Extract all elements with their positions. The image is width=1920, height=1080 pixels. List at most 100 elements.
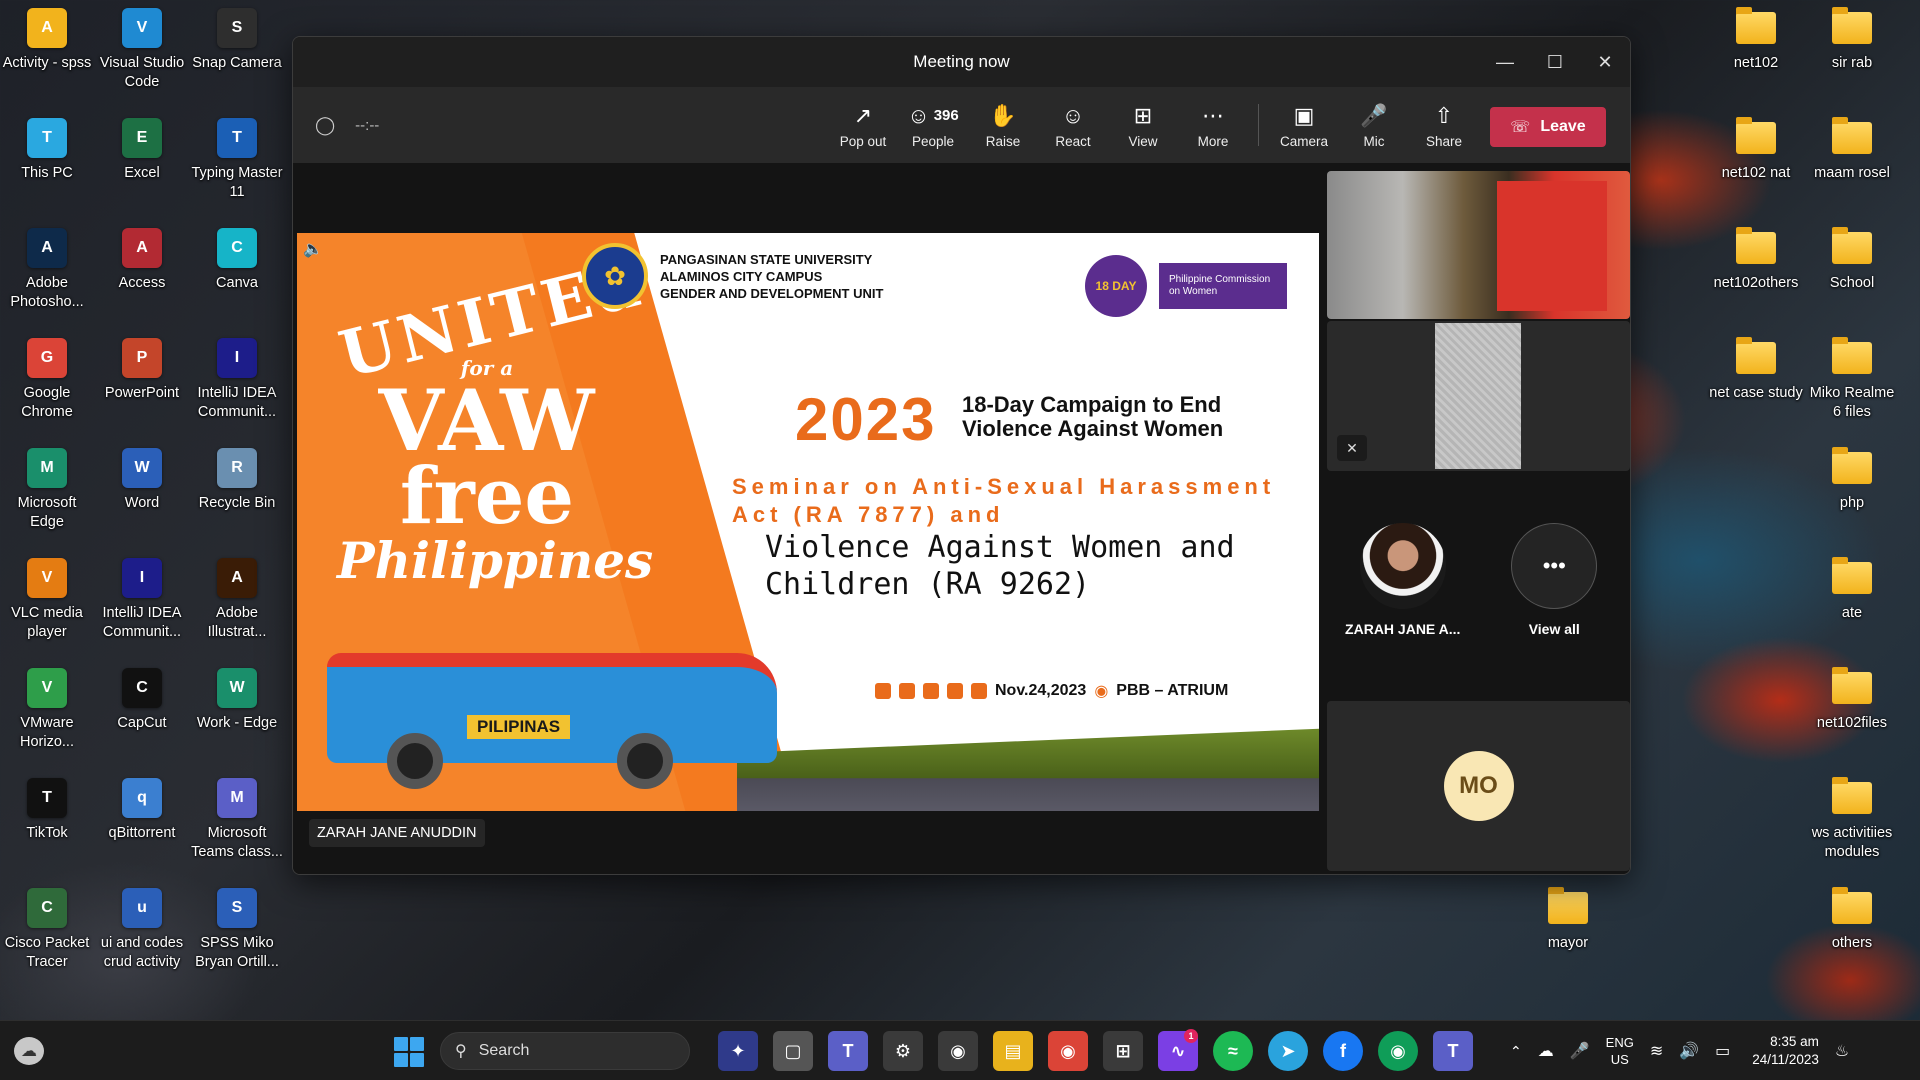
maximize-icon[interactable]: ☐ bbox=[1530, 37, 1580, 87]
desktop-icon[interactable]: S SPSS Miko Bryan Ortill... bbox=[189, 888, 285, 972]
leave-button[interactable]: ☏ Leave bbox=[1490, 107, 1606, 147]
view-all-button[interactable]: ••• View all bbox=[1484, 523, 1624, 637]
settings-gear-icon[interactable]: ⚙ bbox=[883, 1031, 923, 1071]
desktop-folder[interactable]: Miko Realme 6 files bbox=[1804, 337, 1900, 422]
unit-name: GENDER AND DEVELOPMENT UNIT bbox=[660, 285, 884, 301]
taskbar-search[interactable]: ⚲ Search bbox=[440, 1032, 690, 1070]
mic-label: Mic bbox=[1363, 133, 1385, 149]
chrome-icon[interactable]: ◉ bbox=[1048, 1031, 1088, 1071]
toolbar-actions: ↗ Pop out ☺ 396 People ✋ Raise ☺ React ⊞… bbox=[828, 87, 1479, 163]
mic-muted-icon[interactable]: 🎤 bbox=[1570, 1041, 1590, 1061]
view-button[interactable]: ⊞ View bbox=[1108, 87, 1178, 163]
desktop-icon[interactable]: C CapCut bbox=[94, 668, 190, 733]
desktop-folder[interactable]: School bbox=[1804, 227, 1900, 293]
start-button[interactable] bbox=[394, 1037, 424, 1067]
desktop-icon[interactable]: C Canva bbox=[189, 228, 285, 293]
participant-video-tile[interactable] bbox=[1327, 171, 1630, 319]
desktop-folder[interactable]: php bbox=[1804, 447, 1900, 513]
participant-gallery: ✕ ZARAH JANE A... ••• View all MO bbox=[1327, 163, 1630, 874]
desktop-folder[interactable]: maam rosel bbox=[1804, 117, 1900, 183]
chrome-profile-icon[interactable]: ◉ bbox=[1378, 1031, 1418, 1071]
desktop-icon[interactable]: P PowerPoint bbox=[94, 338, 190, 403]
desktop-icon[interactable]: R Recycle Bin bbox=[189, 448, 285, 513]
camera-button[interactable]: ▣ Camera bbox=[1269, 87, 1339, 163]
wifi-icon[interactable]: ≋ bbox=[1650, 1041, 1663, 1061]
close-icon[interactable]: ✕ bbox=[1580, 37, 1630, 87]
desktop-icon-label: Canva bbox=[216, 275, 258, 291]
desktop-folder[interactable]: ws activitiies modules bbox=[1804, 777, 1900, 862]
university-seal-icon: ✿ bbox=[582, 243, 648, 309]
desktop-icon[interactable]: M Microsoft Edge bbox=[0, 448, 95, 532]
react-button[interactable]: ☺ React bbox=[1038, 87, 1108, 163]
vlc-icon: V bbox=[27, 558, 67, 598]
camera-app-icon[interactable]: ◉ bbox=[938, 1031, 978, 1071]
shield-icon[interactable]: ◯ bbox=[315, 115, 335, 136]
copilot-icon[interactable]: ✦ bbox=[718, 1031, 758, 1071]
desktop-icon-label: qBittorrent bbox=[108, 825, 176, 841]
participant-zarah[interactable]: ZARAH JANE A... bbox=[1333, 523, 1473, 637]
share-button[interactable]: ⇧ Share bbox=[1409, 87, 1479, 163]
camera-off-icon: ▣ bbox=[1293, 102, 1315, 128]
desktop-icon[interactable]: A Access bbox=[94, 228, 190, 293]
telegram-icon[interactable]: ➤ bbox=[1268, 1031, 1308, 1071]
teams-icon[interactable]: T bbox=[828, 1031, 868, 1071]
desktop-icon[interactable]: V Visual Studio Code bbox=[94, 8, 190, 92]
file-explorer-icon[interactable]: ▤ bbox=[993, 1031, 1033, 1071]
battery-icon[interactable]: ▭ bbox=[1715, 1041, 1730, 1061]
pop-out-button[interactable]: ↗ Pop out bbox=[828, 87, 898, 163]
messenger-icon[interactable]: ∿ 1 bbox=[1158, 1029, 1198, 1071]
desktop-icon[interactable]: T TikTok bbox=[0, 778, 95, 843]
desktop-folder[interactable]: others bbox=[1804, 887, 1900, 953]
desktop-folder[interactable]: ate bbox=[1804, 557, 1900, 623]
desktop-icon[interactable]: A Activity - spss bbox=[0, 8, 95, 73]
folder-icon bbox=[1832, 667, 1872, 704]
desktop-icon-label: Visual Studio Code bbox=[99, 55, 185, 90]
desktop-icon[interactable]: A Adobe Photosho... bbox=[0, 228, 95, 312]
desktop-icon[interactable]: M Microsoft Teams class... bbox=[189, 778, 285, 862]
desktop-folder[interactable]: net102 nat bbox=[1708, 117, 1804, 183]
participant-video-tile[interactable]: ✕ bbox=[1327, 321, 1630, 471]
desktop-icon-label: net case study bbox=[1709, 385, 1803, 401]
desktop-icon[interactable]: G Google Chrome bbox=[0, 338, 95, 422]
desktop-icon[interactable]: V VLC media player bbox=[0, 558, 95, 642]
desktop-icon[interactable]: A Adobe Illustrat... bbox=[189, 558, 285, 642]
desktop-icon[interactable]: W Word bbox=[94, 448, 190, 513]
desktop-folder[interactable]: net102files bbox=[1804, 667, 1900, 733]
mic-button[interactable]: 🎤 Mic bbox=[1339, 87, 1409, 163]
spotify-icon[interactable]: ≈ bbox=[1213, 1031, 1253, 1071]
clock[interactable]: 8:35 am 24/11/2023 bbox=[1752, 1033, 1819, 1069]
volume-icon[interactable]: 🔊 bbox=[1679, 1041, 1699, 1061]
desktop-icon[interactable]: I IntelliJ IDEA Communit... bbox=[94, 558, 190, 642]
desktop-icon[interactable]: V VMware Horizo... bbox=[0, 668, 95, 752]
more-button[interactable]: ⋯ More bbox=[1178, 87, 1248, 163]
desktop-icon[interactable]: I IntelliJ IDEA Communit... bbox=[189, 338, 285, 422]
language-indicator[interactable]: ENG US bbox=[1606, 1034, 1634, 1068]
desktop-icon[interactable]: T This PC bbox=[0, 118, 95, 183]
task-view-icon[interactable]: ▢ bbox=[773, 1031, 813, 1071]
desktop-icon[interactable]: q qBittorrent bbox=[94, 778, 190, 843]
facebook-icon[interactable]: f bbox=[1323, 1031, 1363, 1071]
notification-bell-icon[interactable]: ♨ bbox=[1835, 1041, 1849, 1061]
desktop-folder[interactable]: net case study bbox=[1708, 337, 1804, 403]
desktop-icon[interactable]: u ui and codes crud activity bbox=[94, 888, 190, 972]
desktop-folder[interactable]: net102 bbox=[1708, 7, 1804, 73]
minimize-icon[interactable]: — bbox=[1480, 37, 1530, 87]
chevron-up-icon[interactable]: ⌃ bbox=[1510, 1043, 1522, 1060]
desktop-folder[interactable]: mayor bbox=[1520, 887, 1616, 953]
participant-tile-mo[interactable]: MO bbox=[1327, 701, 1630, 871]
raise-hand-button[interactable]: ✋ Raise bbox=[968, 87, 1038, 163]
desktop-icon[interactable]: T Typing Master 11 bbox=[189, 118, 285, 202]
people-button[interactable]: ☺ 396 People bbox=[898, 87, 968, 163]
desktop-folder[interactable]: net102others bbox=[1708, 227, 1804, 293]
raise-label: Raise bbox=[985, 133, 1021, 149]
weather-icon[interactable]: ☁ bbox=[14, 1037, 44, 1065]
desktop-icon-label: Recycle Bin bbox=[198, 495, 276, 511]
desktop-icon[interactable]: C Cisco Packet Tracer bbox=[0, 888, 95, 972]
desktop-icon[interactable]: S Snap Camera bbox=[189, 8, 285, 73]
onedrive-icon[interactable]: ☁ bbox=[1538, 1041, 1554, 1061]
desktop-folder[interactable]: sir rab bbox=[1804, 7, 1900, 73]
desktop-icon[interactable]: E Excel bbox=[94, 118, 190, 183]
teams-classic-icon[interactable]: T bbox=[1433, 1031, 1473, 1071]
desktop-icon[interactable]: W Work - Edge bbox=[189, 668, 285, 733]
microsoft-store-icon[interactable]: ⊞ bbox=[1103, 1031, 1143, 1071]
